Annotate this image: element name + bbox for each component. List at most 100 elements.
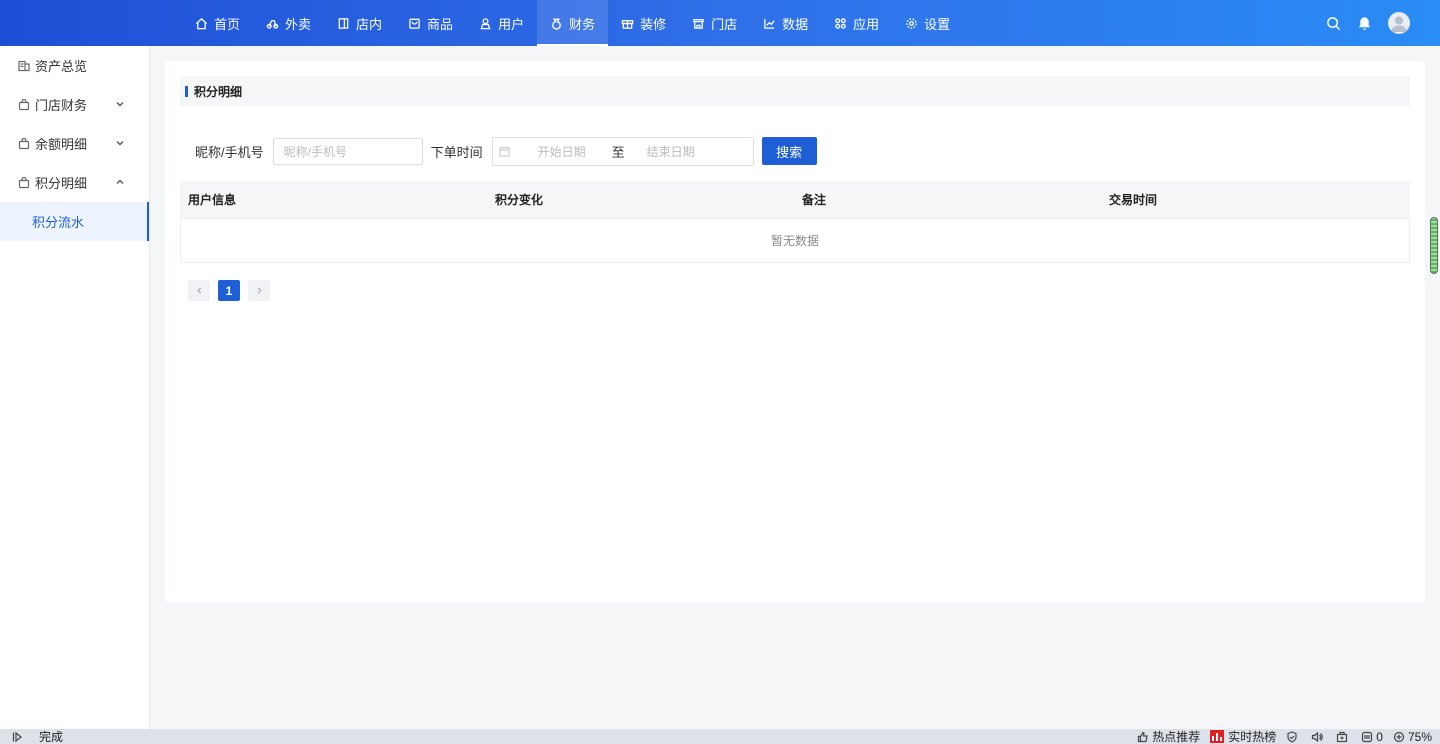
counter-button[interactable]: 0 xyxy=(1361,730,1383,744)
bag-icon xyxy=(18,98,30,110)
chevron-up-icon xyxy=(116,179,124,184)
col-points-change: 积分变化 xyxy=(495,193,544,207)
sidebar-toggle-icon[interactable] xyxy=(12,731,24,743)
sidebar-item-balance-detail[interactable]: 余额明细 xyxy=(0,124,149,163)
section-title: 积分明细 xyxy=(194,84,243,99)
main-nav: 首页 外卖 店内 商品 用户 财务 装修 门店 数据 应用 设置 xyxy=(182,0,963,46)
sidebar-item-label: 资产总览 xyxy=(35,59,88,74)
sidebar-subitem-label: 积分流水 xyxy=(32,215,85,230)
sidebar-item-asset-overview[interactable]: 资产总览 xyxy=(0,46,149,85)
chart-icon xyxy=(764,18,775,29)
avatar[interactable] xyxy=(1388,12,1410,34)
finance-icon xyxy=(552,18,561,30)
order-time-label: 下单时间 xyxy=(430,144,483,160)
nav-decorate[interactable]: 装修 xyxy=(608,0,679,46)
sidebar-subitem-points-flow[interactable]: 积分流水 xyxy=(0,202,149,241)
realtime-hot-button[interactable]: 实时热榜 xyxy=(1210,728,1276,744)
section-accent-bar xyxy=(185,85,188,97)
search-icon xyxy=(1327,16,1341,30)
pagination: 1 xyxy=(188,280,278,301)
top-right-tools xyxy=(1310,0,1410,46)
points-table: 用户信息 积分变化 备注 交易时间 暂无数据 xyxy=(180,181,1410,263)
chevron-down-icon xyxy=(116,141,124,146)
nav-store-in[interactable]: 店内 xyxy=(324,0,395,46)
decorate-icon xyxy=(621,19,634,29)
sidebar-item-points-detail[interactable]: 积分明细 xyxy=(0,163,149,202)
sidebar: 资产总览 门店财务 余额明细 积分明细 积分流水 xyxy=(0,46,150,729)
nav-label: 首页 xyxy=(214,16,241,32)
table-empty-row: 暂无数据 xyxy=(180,218,1410,263)
range-separator: 至 xyxy=(611,144,625,160)
col-trade-time: 交易时间 xyxy=(1109,193,1158,207)
hot-recommend-label: 热点推荐 xyxy=(1152,730,1201,744)
hot-chart-icon xyxy=(1210,730,1225,743)
user-icon xyxy=(480,17,491,29)
nav-label: 设置 xyxy=(924,16,951,32)
search-button[interactable] xyxy=(1326,16,1341,31)
calendar-icon xyxy=(499,146,510,157)
table-header: 用户信息 积分变化 备注 交易时间 xyxy=(180,181,1410,218)
browser-statusbar: 完成 热点推荐 实时热榜 0 75% xyxy=(0,729,1440,744)
thumbs-up-icon xyxy=(1138,731,1148,742)
statusbar-right: 热点推荐 实时热榜 0 75% xyxy=(1127,729,1432,744)
shield-icon xyxy=(1287,730,1297,743)
nav-shop[interactable]: 门店 xyxy=(679,0,750,46)
content-card: 积分明细 昵称/手机号 昵称/手机号 下单时间 开始日期 至 结束日期 搜索 用… xyxy=(165,61,1425,602)
nav-label: 商品 xyxy=(427,16,454,32)
bag-icon xyxy=(18,176,30,188)
nav-home[interactable]: 首页 xyxy=(182,0,253,46)
chevron-left-icon xyxy=(196,287,201,294)
date-range-picker[interactable]: 开始日期 至 结束日期 xyxy=(491,136,754,166)
shield-button[interactable] xyxy=(1286,730,1301,743)
chevron-down-icon xyxy=(116,102,124,107)
zoom-value: 75% xyxy=(1407,729,1432,744)
nav-product[interactable]: 商品 xyxy=(395,0,466,46)
prev-page-button[interactable] xyxy=(188,280,210,301)
zoom-button[interactable]: 75% xyxy=(1393,730,1432,744)
nav-finance[interactable]: 财务 xyxy=(537,0,609,46)
page-scrollbar[interactable] xyxy=(1430,217,1438,274)
nav-apps[interactable]: 应用 xyxy=(821,0,892,46)
home-icon xyxy=(195,17,208,29)
col-remark: 备注 xyxy=(802,193,827,207)
bag-icon xyxy=(18,137,30,149)
nickname-input[interactable]: 昵称/手机号 xyxy=(272,137,423,165)
shop-icon xyxy=(693,18,704,29)
delivery-icon xyxy=(266,19,279,29)
nickname-placeholder: 昵称/手机号 xyxy=(283,144,347,159)
volume-button[interactable] xyxy=(1311,731,1326,743)
nav-label: 用户 xyxy=(498,16,525,32)
next-page-button[interactable] xyxy=(248,280,270,301)
nav-label: 外卖 xyxy=(285,16,312,32)
nav-delivery[interactable]: 外卖 xyxy=(253,0,324,46)
realtime-hot-label: 实时热榜 xyxy=(1228,730,1277,744)
nav-user[interactable]: 用户 xyxy=(466,0,537,46)
start-date-input[interactable]: 开始日期 xyxy=(538,143,598,160)
nav-data[interactable]: 数据 xyxy=(750,0,821,46)
extension-button[interactable] xyxy=(1336,731,1351,743)
nav-label: 财务 xyxy=(569,16,596,32)
sidebar-item-store-finance[interactable]: 门店财务 xyxy=(0,85,149,124)
sidebar-item-label: 余额明细 xyxy=(35,137,88,152)
store-in-icon xyxy=(338,17,349,29)
ledger-icon xyxy=(18,60,30,71)
speaker-icon xyxy=(1312,731,1323,742)
search-button[interactable]: 搜索 xyxy=(761,137,817,165)
hot-recommend-button[interactable]: 热点推荐 xyxy=(1137,728,1200,744)
nav-settings[interactable]: 设置 xyxy=(892,0,963,46)
notification-button[interactable] xyxy=(1357,16,1372,31)
zoom-in-icon xyxy=(1393,731,1405,742)
nav-label: 门店 xyxy=(711,16,738,32)
nav-label: 数据 xyxy=(782,16,809,32)
page-number[interactable]: 1 xyxy=(218,280,240,301)
counter-icon xyxy=(1362,731,1373,742)
empty-text: 暂无数据 xyxy=(770,234,819,248)
statusbar-left: 完成 xyxy=(12,729,63,744)
section-header: 积分明细 xyxy=(180,76,1410,106)
gear-icon xyxy=(906,17,917,29)
toolbox-icon xyxy=(1337,731,1348,742)
nickname-label: 昵称/手机号 xyxy=(195,144,264,160)
sidebar-item-label: 门店财务 xyxy=(35,98,88,113)
apps-icon xyxy=(835,17,846,29)
end-date-input[interactable]: 结束日期 xyxy=(647,143,695,160)
